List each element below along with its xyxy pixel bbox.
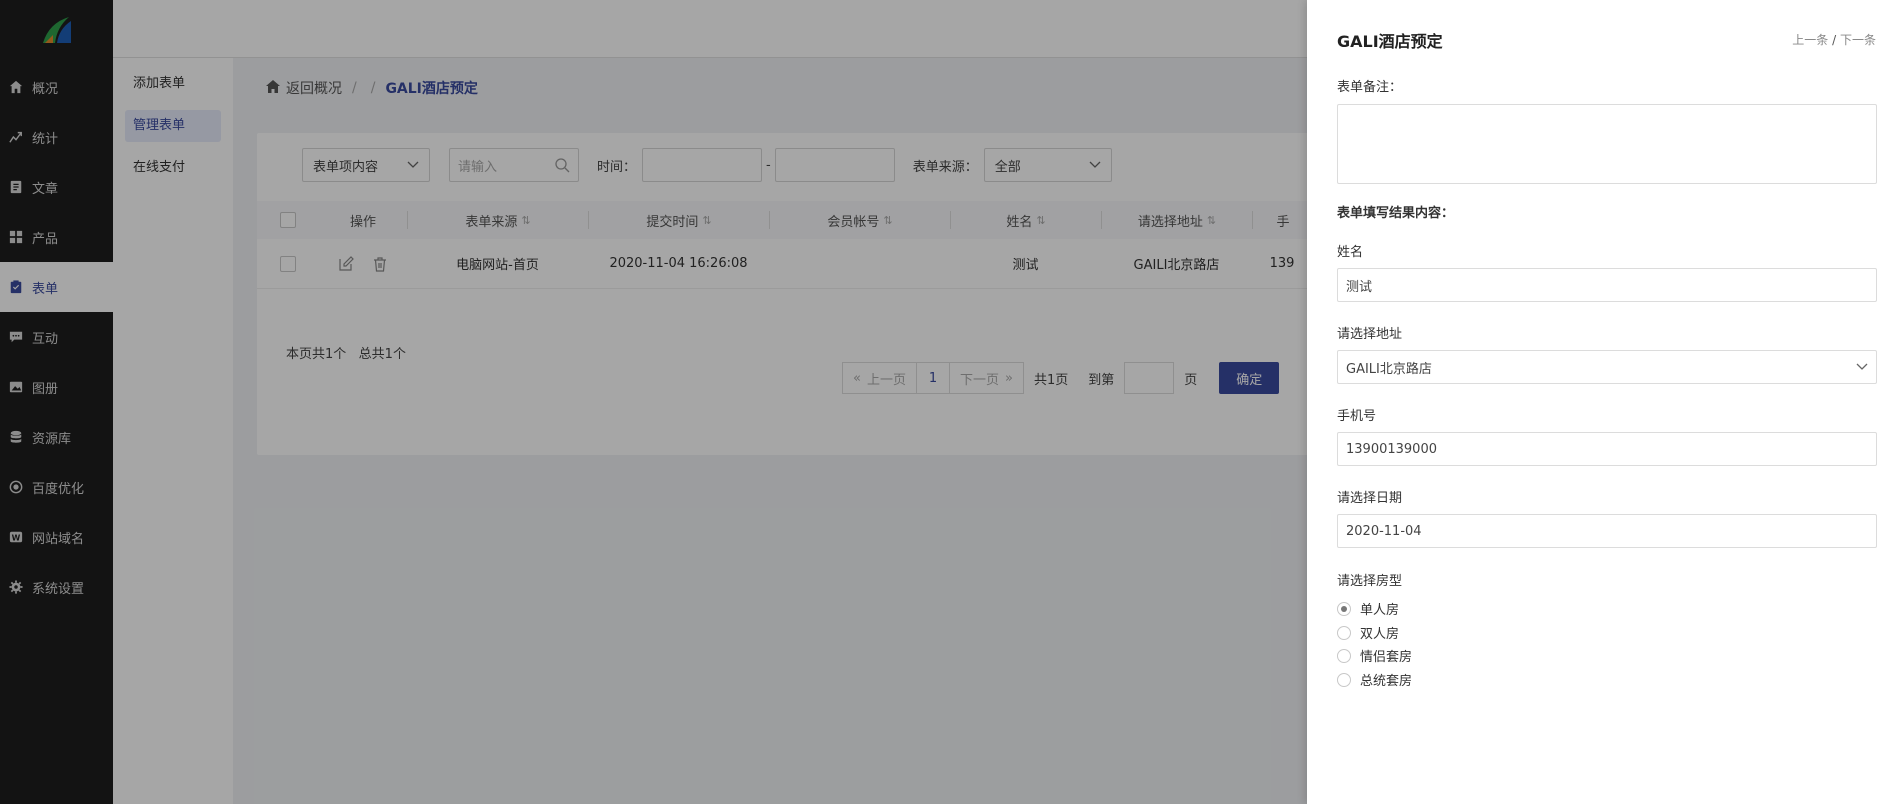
detail-drawer: GALI酒店预定 上一条 / 下一条 表单备注： 表单填写结果内容： 姓名 测试…	[1307, 0, 1898, 804]
radio-button	[1337, 625, 1351, 640]
address-select[interactable]: GAILI北京路店	[1337, 350, 1877, 384]
phone-field[interactable]: 13900139000	[1337, 432, 1877, 466]
next-record-link[interactable]: 下一条	[1840, 33, 1876, 47]
record-nav: 上一条 / 下一条	[1792, 31, 1876, 48]
room-option-single[interactable]: 单人房	[1337, 599, 1399, 618]
record-nav-separator: /	[1832, 33, 1837, 47]
phone-label: 手机号	[1337, 409, 1377, 424]
room-option-double[interactable]: 双人房	[1337, 623, 1399, 642]
name-field[interactable]: 测试	[1337, 268, 1877, 302]
date-field[interactable]: 2020-11-04	[1337, 514, 1877, 548]
room-option-presidential-suite[interactable]: 总统套房	[1337, 670, 1412, 689]
note-textarea[interactable]	[1337, 104, 1877, 184]
result-label: 表单填写结果内容：	[1337, 206, 1455, 221]
drawer-title: GALI酒店预定	[1337, 32, 1443, 51]
date-label: 请选择日期	[1337, 491, 1403, 506]
name-label: 姓名	[1337, 245, 1364, 260]
room-label: 请选择房型	[1337, 574, 1403, 589]
chevron-down-icon	[1856, 363, 1868, 370]
room-option-couple-suite[interactable]: 情侣套房	[1337, 646, 1412, 665]
note-label: 表单备注：	[1337, 80, 1403, 95]
radio-button	[1337, 672, 1351, 687]
radio-button	[1337, 648, 1351, 663]
modal-overlay[interactable]	[0, 0, 1307, 804]
radio-button	[1337, 601, 1351, 616]
address-label: 请选择地址	[1337, 327, 1403, 342]
prev-record-link[interactable]: 上一条	[1792, 33, 1828, 47]
